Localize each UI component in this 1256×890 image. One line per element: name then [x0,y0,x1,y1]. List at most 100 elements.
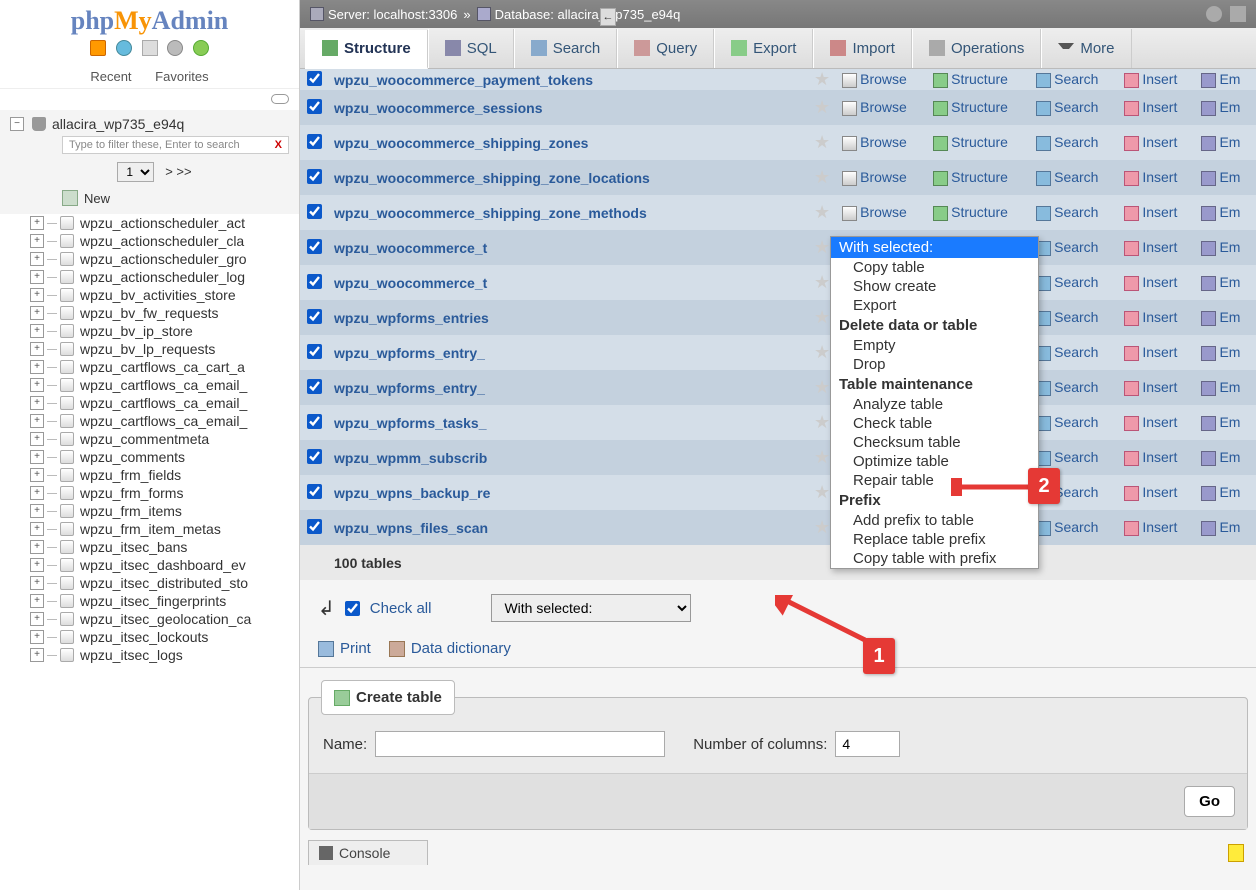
gear-icon[interactable] [1206,6,1222,22]
expand-button[interactable]: + [30,648,44,662]
tree-table-item[interactable]: +wpzu_actionscheduler_cla [0,232,299,250]
menu-item[interactable]: Analyze table [831,395,1038,414]
insert-link[interactable]: Insert [1118,125,1195,160]
search-link[interactable]: Search [1030,335,1118,370]
insert-link[interactable]: Insert [1118,300,1195,335]
print-link[interactable]: Print [340,640,371,657]
logo[interactable]: phpMyAdmin [0,0,299,38]
tab-search[interactable]: Search [514,29,618,68]
tab-import[interactable]: Import [813,29,912,68]
expand-button[interactable]: + [30,450,44,464]
expand-button[interactable]: + [30,414,44,428]
row-checkbox[interactable] [307,71,322,86]
menu-item[interactable]: Show create [831,277,1038,296]
structure-link[interactable]: Structure [927,160,1030,195]
tree-table-item[interactable]: +wpzu_frm_fields [0,466,299,484]
tree-table-item[interactable]: +wpzu_frm_item_metas [0,520,299,538]
server-link[interactable]: localhost:3306 [374,7,458,22]
tree-table-item[interactable]: +wpzu_itsec_lockouts [0,628,299,646]
table-name-link[interactable]: wpzu_woocommerce_payment_tokens [328,69,808,90]
table-name-link[interactable]: wpzu_wpforms_entries [328,300,808,335]
table-name-link[interactable]: wpzu_wpns_backup_re [328,475,808,510]
next-page-link[interactable]: > >> [165,164,191,179]
tab-structure[interactable]: Structure [305,30,428,69]
structure-link[interactable]: Structure [927,69,1030,90]
expand-button[interactable]: + [30,234,44,248]
expand-button[interactable]: + [30,360,44,374]
tree-table-item[interactable]: +wpzu_itsec_fingerprints [0,592,299,610]
empty-link[interactable]: Em [1195,90,1256,125]
check-all-checkbox[interactable] [345,601,360,616]
row-checkbox[interactable] [307,344,322,359]
expand-button[interactable]: + [30,504,44,518]
insert-link[interactable]: Insert [1118,160,1195,195]
tree-table-item[interactable]: +wpzu_cartflows_ca_email_ [0,412,299,430]
tab-operations[interactable]: Operations [912,29,1041,68]
structure-link[interactable]: Structure [927,195,1030,230]
tree-table-item[interactable]: +wpzu_bv_lp_requests [0,340,299,358]
search-link[interactable]: Search [1030,370,1118,405]
menu-item[interactable]: Add prefix to table [831,511,1038,530]
search-link[interactable]: Search [1030,405,1118,440]
settings-icon[interactable] [167,40,183,56]
empty-link[interactable]: Em [1195,370,1256,405]
insert-link[interactable]: Insert [1118,475,1195,510]
row-checkbox[interactable] [307,379,322,394]
page-select[interactable]: 1 [117,162,154,182]
tab-sql[interactable]: SQL [428,29,514,68]
database-link[interactable]: allacira_wp735_e94q [558,7,681,22]
menu-item[interactable]: Checksum table [831,433,1038,452]
filter-input[interactable]: Type to filter these, Enter to search X [62,136,289,154]
tree-table-item[interactable]: +wpzu_actionscheduler_act [0,214,299,232]
menu-item[interactable]: Drop [831,355,1038,374]
row-checkbox[interactable] [307,134,322,149]
favorite-star[interactable]: ★ [808,125,836,160]
empty-link[interactable]: Em [1195,405,1256,440]
expand-button[interactable]: + [30,432,44,446]
empty-link[interactable]: Em [1195,300,1256,335]
insert-link[interactable]: Insert [1118,370,1195,405]
expand-button[interactable]: + [30,522,44,536]
with-selected-dropdown[interactable]: With selected: [491,594,691,622]
search-link[interactable]: Search [1030,160,1118,195]
row-checkbox[interactable] [307,484,322,499]
menu-item[interactable]: Copy table with prefix [831,549,1038,568]
menu-item[interactable]: Replace table prefix [831,530,1038,549]
console-toggle[interactable]: Console [308,840,428,865]
go-button[interactable]: Go [1184,786,1235,817]
search-link[interactable]: Search [1030,125,1118,160]
expand-button[interactable]: + [30,324,44,338]
menu-item[interactable]: Empty [831,336,1038,355]
search-link[interactable]: Search [1030,230,1118,265]
expand-button[interactable]: + [30,270,44,284]
tree-table-item[interactable]: +wpzu_itsec_geolocation_ca [0,610,299,628]
logout-icon[interactable] [116,40,132,56]
tab-query[interactable]: Query [617,29,714,68]
search-link[interactable]: Search [1030,510,1118,545]
browse-link[interactable]: Browse [836,69,927,90]
row-checkbox[interactable] [307,239,322,254]
favorite-star[interactable]: ★ [808,90,836,125]
menu-item[interactable]: Export [831,296,1038,315]
row-checkbox[interactable] [307,449,322,464]
expand-button[interactable]: + [30,378,44,392]
expand-button[interactable]: + [30,486,44,500]
tree-table-item[interactable]: +wpzu_bv_fw_requests [0,304,299,322]
page-top-icon[interactable] [1230,6,1246,22]
structure-link[interactable]: Structure [927,125,1030,160]
expand-button[interactable]: + [30,216,44,230]
empty-link[interactable]: Em [1195,265,1256,300]
insert-link[interactable]: Insert [1118,265,1195,300]
tree-table-item[interactable]: +wpzu_comments [0,448,299,466]
row-checkbox[interactable] [307,414,322,429]
favorite-star[interactable]: ★ [808,69,836,90]
insert-link[interactable]: Insert [1118,405,1195,440]
row-checkbox[interactable] [307,99,322,114]
favorite-star[interactable]: ★ [808,195,836,230]
tab-export[interactable]: Export [714,29,813,68]
table-name-link[interactable]: wpzu_woocommerce_t [328,265,808,300]
insert-link[interactable]: Insert [1118,195,1195,230]
tree-table-item[interactable]: +wpzu_itsec_dashboard_ev [0,556,299,574]
tree-table-item[interactable]: +wpzu_bv_activities_store [0,286,299,304]
insert-link[interactable]: Insert [1118,510,1195,545]
